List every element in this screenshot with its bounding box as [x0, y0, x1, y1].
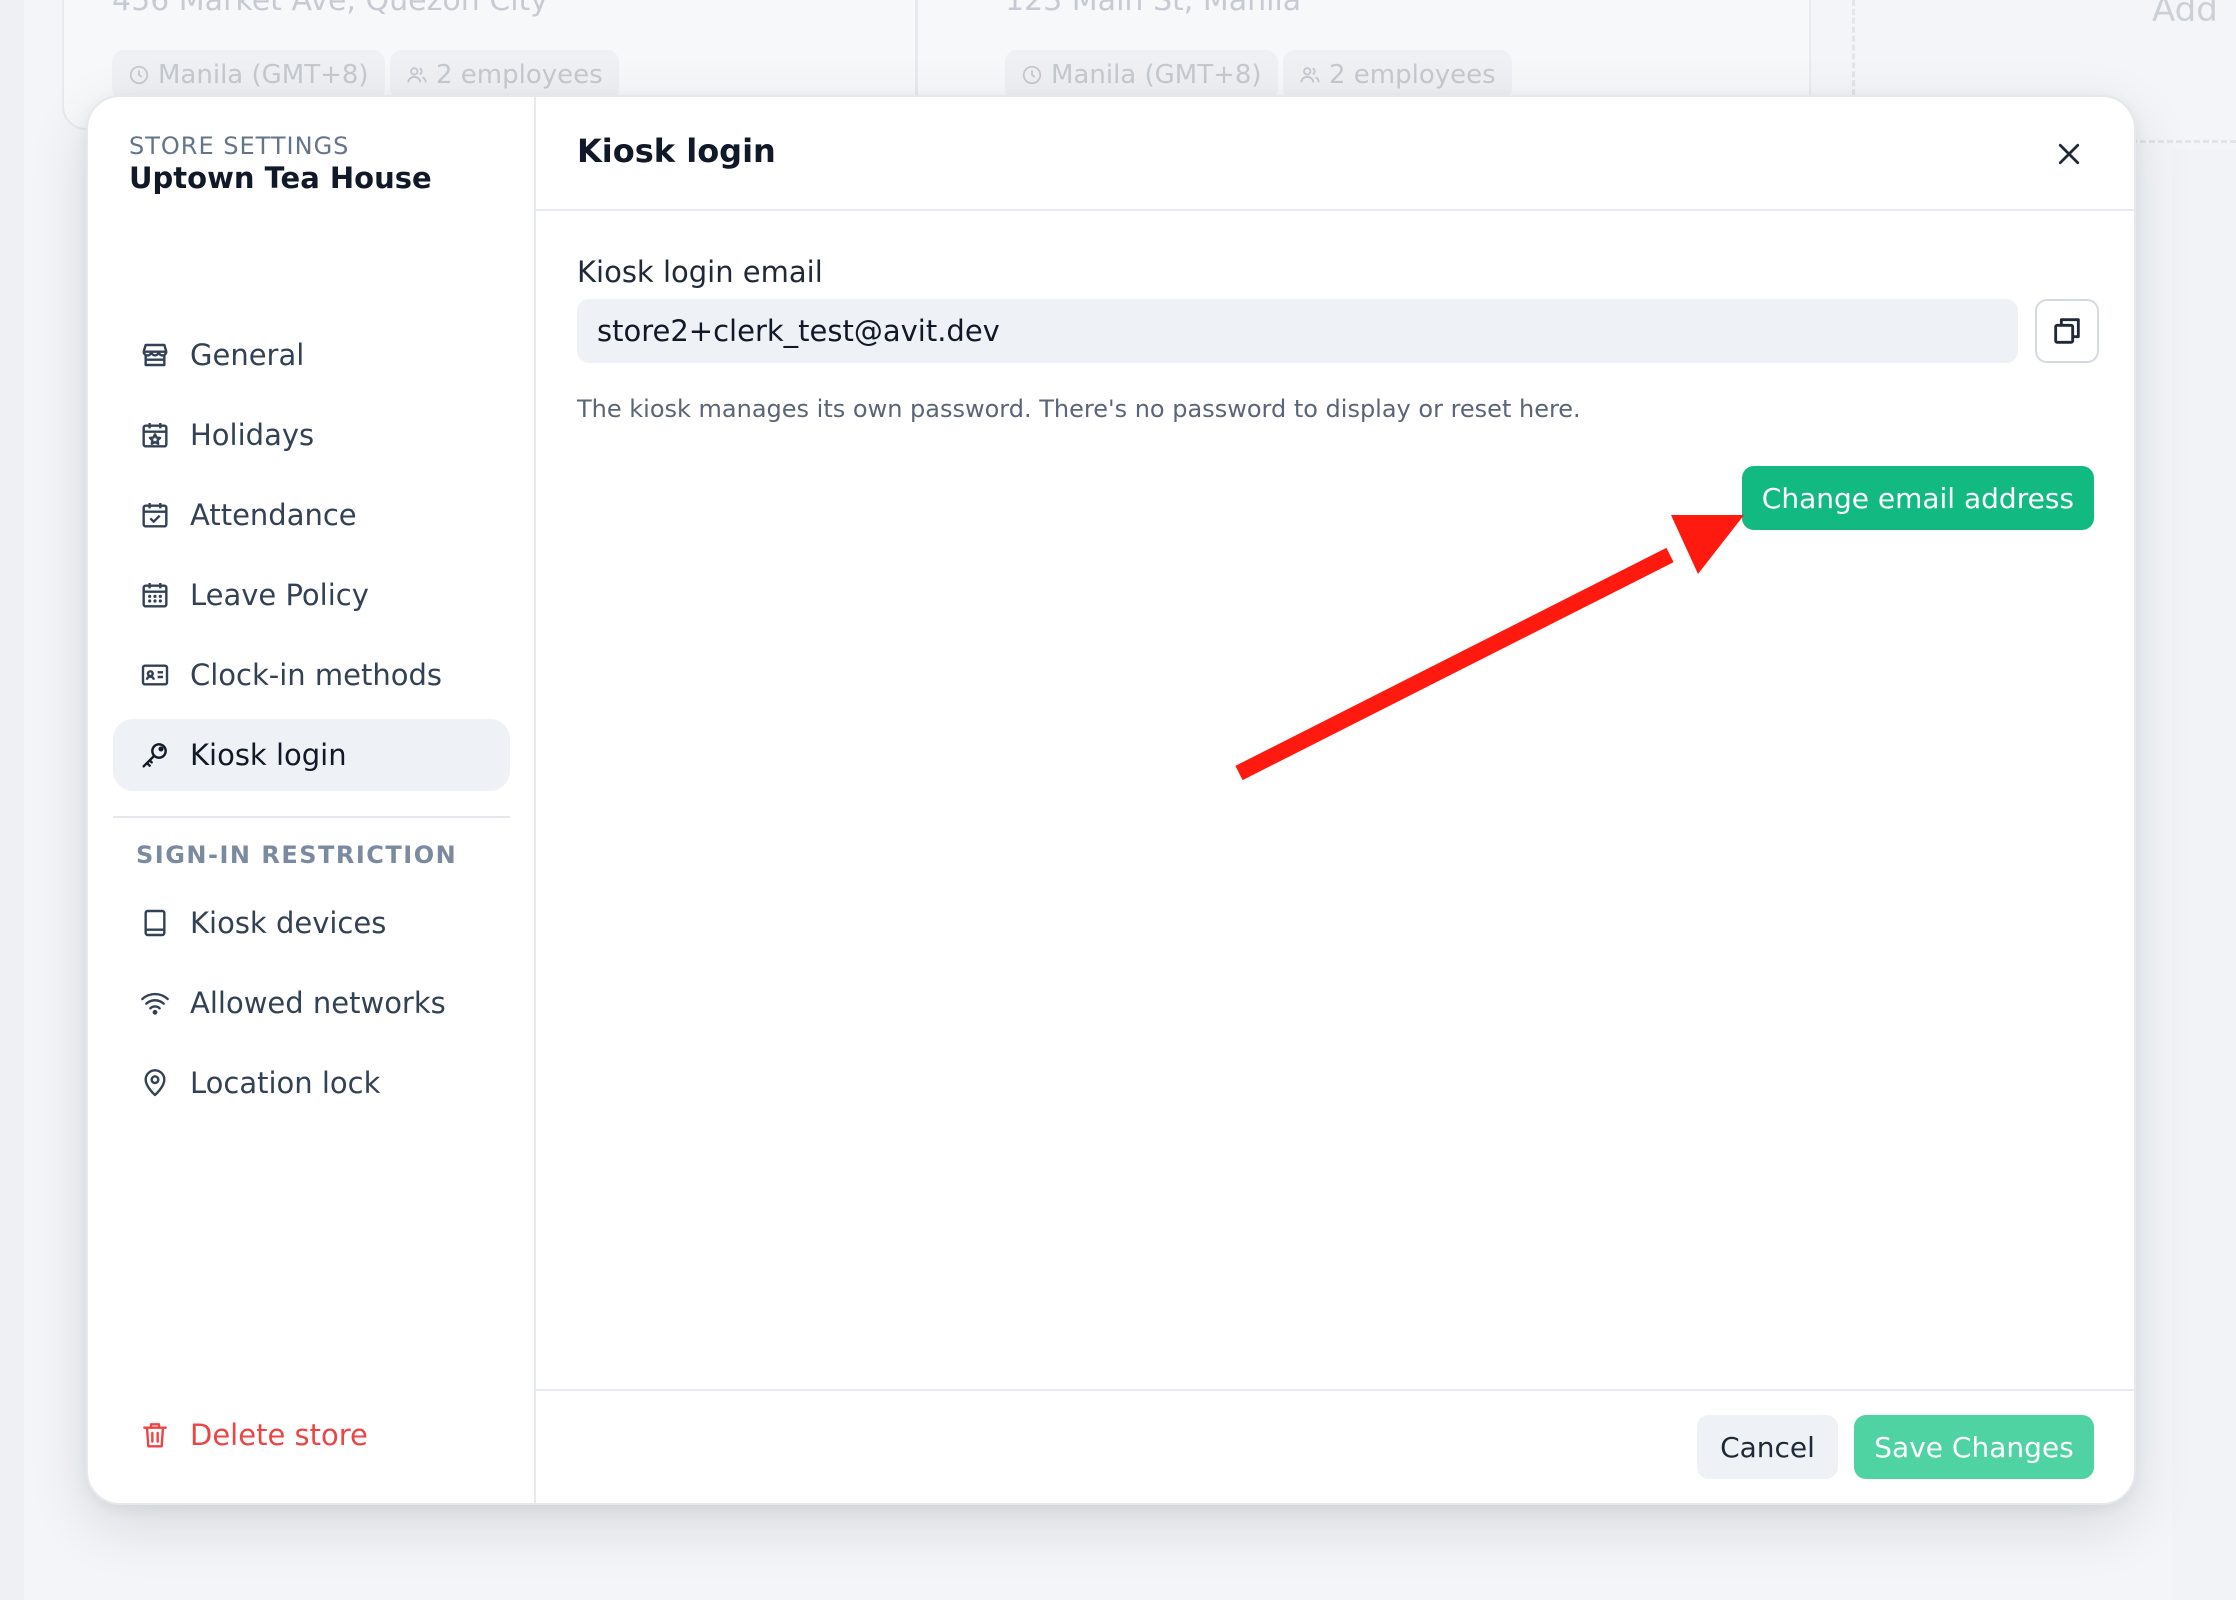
- sidebar-item-attendance[interactable]: Attendance: [113, 479, 510, 551]
- store-address: 123 Main St, Manila: [1005, 0, 1302, 18]
- timezone-label: Manila (GMT+8): [1051, 60, 1262, 90]
- settings-content: Kiosk login Kiosk login email The kiosk …: [536, 97, 2134, 1503]
- sidebar-item-label: Kiosk devices: [190, 906, 387, 940]
- sidebar-item-label: Leave Policy: [190, 578, 369, 612]
- modal-footer: Cancel Save Changes: [536, 1389, 2134, 1503]
- sidebar-divider: [113, 816, 510, 818]
- storefront-icon: [138, 338, 172, 372]
- copy-email-button[interactable]: [2035, 299, 2099, 363]
- sidebar-item-location-lock[interactable]: Location lock: [113, 1047, 510, 1119]
- users-icon: [407, 67, 427, 83]
- change-email-button[interactable]: Change email address: [1741, 466, 2094, 530]
- clock-icon: [1022, 65, 1042, 85]
- employees-chip: 2 employees: [1283, 50, 1512, 100]
- delete-store-label: Delete store: [190, 1418, 368, 1452]
- sidebar-item-leave-policy[interactable]: Leave Policy: [113, 559, 510, 631]
- calendar-grid-icon: [138, 578, 172, 612]
- store-settings-modal: STORE SETTINGS Uptown Tea House General …: [86, 95, 2136, 1505]
- id-card-icon: [138, 658, 172, 692]
- sidebar-item-label: Attendance: [190, 498, 357, 532]
- close-button[interactable]: [2049, 134, 2089, 174]
- employees-label: 2 employees: [436, 60, 603, 90]
- close-icon: [2058, 143, 2080, 165]
- save-changes-button[interactable]: Save Changes: [1854, 1415, 2094, 1479]
- sidebar-item-kiosk-devices[interactable]: Kiosk devices: [113, 887, 510, 959]
- wifi-icon: [138, 986, 172, 1020]
- help-text: The kiosk manages its own password. Ther…: [577, 395, 1581, 423]
- add-store-label[interactable]: Add: [2152, 0, 2218, 30]
- sidebar-item-label: General: [190, 338, 305, 372]
- sidebar-item-label: Allowed networks: [190, 986, 446, 1020]
- page-title: Kiosk login: [577, 132, 776, 170]
- sidebar-item-label: Location lock: [190, 1066, 381, 1100]
- sidebar-item-holidays[interactable]: Holidays: [113, 399, 510, 471]
- delete-store-button[interactable]: Delete store: [138, 1418, 368, 1452]
- trash-icon: [138, 1418, 172, 1452]
- key-icon: [138, 738, 172, 772]
- settings-sidebar: STORE SETTINGS Uptown Tea House General …: [88, 97, 536, 1503]
- store-name: Uptown Tea House: [129, 161, 432, 195]
- timezone-chip: Manila (GMT+8): [112, 50, 385, 100]
- page-right-panel: [2172, 150, 2236, 1600]
- employees-label: 2 employees: [1329, 60, 1496, 90]
- calendar-star-icon: [138, 418, 172, 452]
- kiosk-email-field[interactable]: [577, 299, 2018, 363]
- sidebar-item-general[interactable]: General: [113, 319, 510, 391]
- page-left-strip: [0, 0, 24, 1600]
- copy-icon: [2054, 318, 2080, 344]
- timezone-label: Manila (GMT+8): [158, 60, 369, 90]
- calendar-check-icon: [138, 498, 172, 532]
- sidebar-item-clock-in-methods[interactable]: Clock-in methods: [113, 639, 510, 711]
- store-address: 456 Market Ave, Quezon City: [112, 0, 549, 18]
- tablet-icon: [138, 906, 172, 940]
- employees-chip: 2 employees: [390, 50, 619, 100]
- users-icon: [1300, 67, 1320, 83]
- sidebar-item-kiosk-login[interactable]: Kiosk login: [113, 719, 510, 791]
- sidebar-eyebrow: STORE SETTINGS: [129, 132, 350, 160]
- sidebar-section-title: SIGN-IN RESTRICTION: [136, 841, 458, 869]
- content-header: Kiosk login: [536, 97, 2134, 211]
- clock-icon: [129, 65, 149, 85]
- sidebar-item-label: Clock-in methods: [190, 658, 443, 692]
- sidebar-item-label: Kiosk login: [190, 738, 347, 772]
- cancel-button[interactable]: Cancel: [1697, 1415, 1838, 1479]
- timezone-chip: Manila (GMT+8): [1005, 50, 1278, 100]
- sidebar-item-label: Holidays: [190, 418, 315, 452]
- map-pin-icon: [138, 1066, 172, 1100]
- email-field-label: Kiosk login email: [577, 255, 823, 289]
- sidebar-item-allowed-networks[interactable]: Allowed networks: [113, 967, 510, 1039]
- add-store-outline: [1852, 0, 1855, 95]
